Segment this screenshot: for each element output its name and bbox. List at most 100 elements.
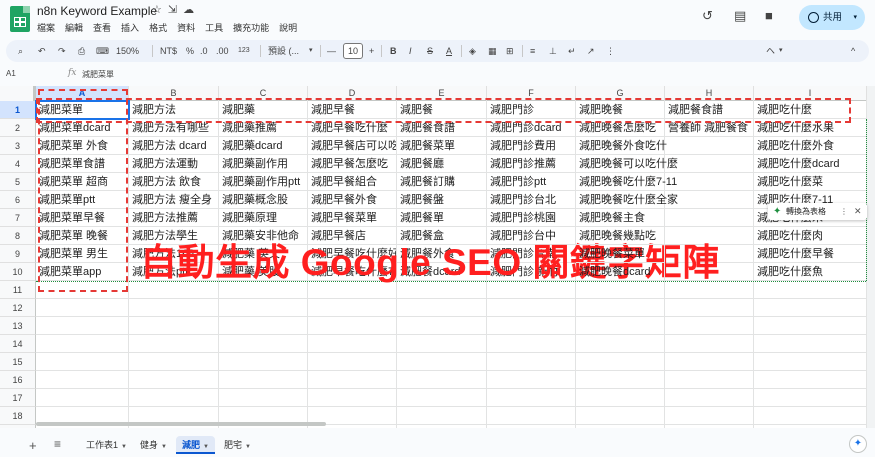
cell-i13[interactable] [754,317,867,335]
move-icon[interactable]: ⇲ [168,4,183,16]
menu-view[interactable]: 查看 [93,21,111,34]
column-header-b[interactable]: B [129,86,219,101]
cell-b1[interactable]: 減肥方法 [129,101,219,119]
cell-h3[interactable] [665,137,754,155]
currency-format-button[interactable]: NT$ [160,40,177,62]
cell-g7[interactable]: 減肥晚餐主食 [576,209,665,227]
cell-a1[interactable]: 減肥菜單 [36,101,129,119]
percent-format-button[interactable]: % [186,40,194,62]
cell-c12[interactable] [219,299,308,317]
history-icon[interactable]: ↺ [702,8,713,24]
menu-insert[interactable]: 插入 [121,21,139,34]
text-rotation-icon[interactable]: ↗ [587,40,595,62]
cell-d13[interactable] [308,317,397,335]
row-header-18[interactable]: 18 [0,407,36,425]
cell-c14[interactable] [219,335,308,353]
font-size-input[interactable]: 10 [343,43,363,59]
comment-icon[interactable]: ▤ [734,8,746,24]
search-menus-icon[interactable]: ⌕ [18,40,23,62]
cell-e1[interactable]: 減肥餐 [397,101,487,119]
cell-d3[interactable]: 減肥早餐店可以吃 [308,137,397,155]
row-header-9[interactable]: 9 [0,245,36,263]
cell-c3[interactable]: 減肥藥dcard [219,137,308,155]
cell-a10[interactable]: 減肥菜單app [36,263,129,281]
cell-g16[interactable] [576,371,665,389]
cell-c13[interactable] [219,317,308,335]
menu-edit[interactable]: 編輯 [65,21,83,34]
cell-c15[interactable] [219,353,308,371]
cell-i15[interactable] [754,353,867,371]
cell-i4[interactable]: 減肥吃什麼dcard [754,155,867,173]
increase-font-size-button[interactable]: + [369,40,374,62]
row-header-1[interactable]: 1 [0,101,36,119]
cell-a5[interactable]: 減肥菜單 超商 [36,173,129,191]
menu-data[interactable]: 資料 [177,21,195,34]
mode-caret-icon[interactable]: ▾ [779,40,783,62]
horizontal-scrollbar[interactable] [36,422,326,426]
row-header-6[interactable]: 6 [0,191,36,209]
row-header-2[interactable]: 2 [0,119,36,137]
decrease-font-size-button[interactable]: — [327,40,336,62]
cell-g18[interactable] [576,407,665,425]
tab-fitness[interactable]: 健身 ▼ [134,436,173,454]
more-options-icon[interactable]: ⋮ [606,40,615,62]
column-header-e[interactable]: E [397,86,487,101]
cell-b5[interactable]: 減肥方法 飲食 [129,173,219,191]
merge-cells-icon[interactable]: ⊞ [506,40,514,62]
convert-to-table-label[interactable]: 轉換為表格 [786,207,826,216]
cell-d14[interactable] [308,335,397,353]
cell-d16[interactable] [308,371,397,389]
row-header-11[interactable]: 11 [0,281,36,299]
cell-d4[interactable]: 減肥早餐怎麼吃 [308,155,397,173]
cell-e13[interactable] [397,317,487,335]
cell-b16[interactable] [129,371,219,389]
cell-f5[interactable]: 減肥門診ptt [487,173,576,191]
column-header-d[interactable]: D [308,86,397,101]
cell-a17[interactable] [36,389,129,407]
chevron-down-icon[interactable]: ▼ [203,444,209,450]
cell-b2[interactable]: 減肥方法有哪些 [129,119,219,137]
cell-h12[interactable] [665,299,754,317]
menu-format[interactable]: 格式 [149,21,167,34]
cell-g5[interactable]: 減肥晚餐吃什麼7-11 [576,173,677,191]
tab-otaku[interactable]: 肥宅 ▼ [218,436,257,454]
row-header-17[interactable]: 17 [0,389,36,407]
cloud-icon[interactable]: ☁ [183,4,200,16]
cell-c5[interactable]: 減肥藥副作用ptt [219,173,308,191]
cell-e14[interactable] [397,335,487,353]
cell-a4[interactable]: 減肥菜單食譜 [36,155,129,173]
cell-g1[interactable]: 減肥晚餐 [576,101,665,119]
cell-g3[interactable]: 減肥晚餐外食吃什 [576,137,667,155]
star-icon[interactable]: ☆ [152,4,168,16]
cell-c4[interactable]: 減肥藥副作用 [219,155,308,173]
cell-f1[interactable]: 減肥門診 [487,101,576,119]
cell-h5[interactable] [665,173,754,191]
cell-i11[interactable] [754,281,867,299]
cell-f13[interactable] [487,317,576,335]
text-wrap-icon[interactable]: ↵ [568,40,576,62]
cell-g12[interactable] [576,299,665,317]
cell-h15[interactable] [665,353,754,371]
share-button[interactable]: 共用 ▾ [799,5,865,30]
cell-e12[interactable] [397,299,487,317]
cell-h7[interactable] [665,209,754,227]
row-header-15[interactable]: 15 [0,353,36,371]
cell-g14[interactable] [576,335,665,353]
cell-a12[interactable] [36,299,129,317]
cell-h6[interactable] [665,191,754,209]
vertical-scrollbar[interactable] [867,86,875,428]
cell-b7[interactable]: 減肥方法推薦 [129,209,219,227]
strikethrough-button[interactable]: S [427,40,433,62]
row-header-19[interactable]: 19 [0,425,36,428]
cell-i12[interactable] [754,299,867,317]
italic-button[interactable]: I [409,40,412,62]
cell-d6[interactable]: 減肥早餐外食 [308,191,397,209]
cell-f12[interactable] [487,299,576,317]
cell-h19[interactable] [665,425,754,428]
cell-d1[interactable]: 減肥早餐 [308,101,397,119]
name-box[interactable]: A1 [6,69,16,78]
decrease-decimal-button[interactable]: .0 [200,40,208,62]
cell-i5[interactable]: 減肥吃什麼菜 [754,173,867,191]
cell-f2[interactable]: 減肥門診dcard [487,119,576,137]
cell-e18[interactable] [397,407,487,425]
